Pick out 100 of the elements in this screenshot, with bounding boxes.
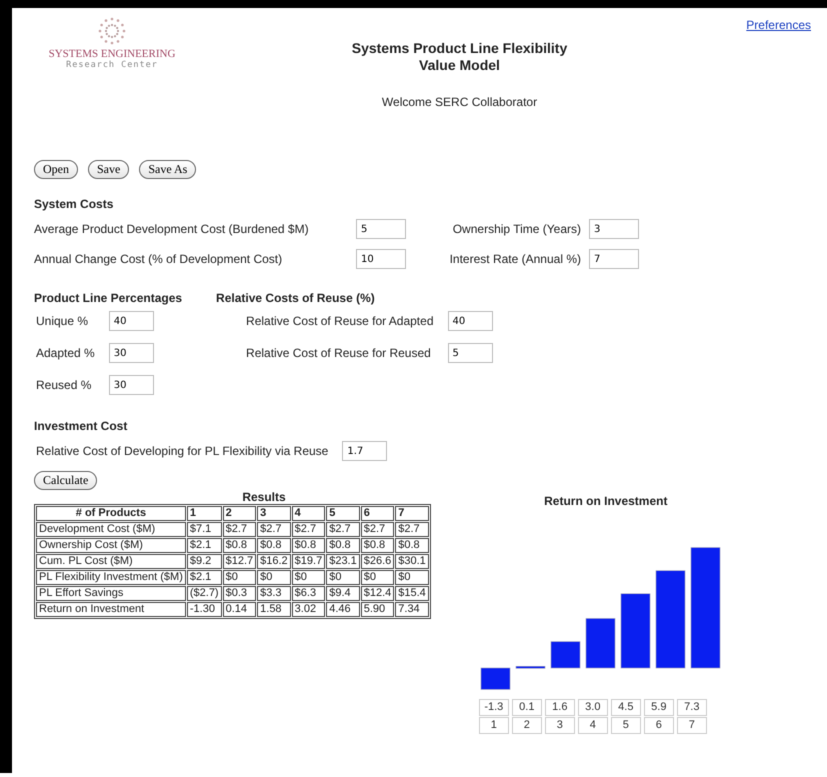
table-cell: -1.30 (186, 602, 222, 617)
category-label: 1 (478, 717, 509, 734)
field-label: Ownership Time (Years) (452, 222, 582, 236)
table-cell: $0.8 (257, 538, 291, 553)
table-cell: $0.8 (222, 538, 256, 553)
table-cell: 7.34 (395, 602, 429, 617)
table-cell: $12.4 (360, 586, 394, 601)
table-cell: 5.90 (360, 602, 394, 617)
table-title: Results (241, 490, 287, 504)
table-cell: 3.02 (292, 602, 326, 617)
table-cell: $2.7 (360, 522, 394, 537)
table-cell: PL Flexibility Investment ($M) (36, 570, 186, 585)
table-cell: $0.8 (360, 538, 394, 553)
value-label: 0.1 (512, 699, 542, 716)
table-cell: $2.7 (395, 522, 429, 537)
table-cell: Development Cost ($M) (36, 522, 186, 537)
logo-text: SYSTEMS ENGINEERING (48, 48, 176, 60)
column-header: 6 (360, 506, 394, 521)
field-label: Relative Cost of Developing for PL Flexibility via Reuse (36, 444, 328, 458)
preferences-link[interactable]: Preferences (746, 18, 811, 32)
value-label: 7.3 (676, 699, 707, 716)
table-cell: $2.7 (222, 522, 256, 537)
welcome-text: Welcome SERC Collaborator (380, 94, 538, 111)
table-cell: $0.8 (395, 538, 429, 553)
table-cell: $2.7 (257, 522, 291, 537)
table-cell: $0 (222, 570, 256, 585)
category-label: 2 (512, 717, 542, 734)
value-label: 4.5 (610, 699, 641, 716)
input-field[interactable]: 3 (589, 219, 639, 239)
calculate-button[interactable]: Calculate (34, 471, 98, 490)
table-cell: $2.7 (292, 522, 326, 537)
table-cell: $3.3 (257, 586, 291, 601)
column-header: 2 (222, 506, 256, 521)
table-cell: $19.7 (292, 554, 326, 569)
input-field[interactable]: 7 (589, 249, 639, 269)
section-heading: Relative Costs of Reuse (%) (215, 291, 376, 305)
table-cell: 4.46 (326, 602, 360, 617)
category-label: 7 (676, 717, 707, 734)
column-header: 7 (395, 506, 429, 521)
table-cell: $0 (257, 570, 291, 585)
table-cell: $30.1 (395, 554, 429, 569)
field-label: Reused % (36, 378, 92, 392)
value-label: 1.6 (544, 699, 575, 716)
field-label: Unique % (36, 314, 90, 328)
table-cell: Return on Investment (36, 602, 186, 617)
table-cell: $2.1 (186, 570, 222, 585)
input-field[interactable]: 30 (108, 375, 154, 395)
column-header: 4 (292, 506, 326, 521)
table-cell: $9.4 (326, 586, 360, 601)
table-cell: Cum. PL Cost ($M) (36, 554, 186, 569)
value-label: 3.0 (578, 699, 608, 716)
table-cell: ($2.7) (186, 586, 222, 601)
file-button[interactable]: Save As (139, 160, 196, 179)
bar (516, 666, 546, 669)
section-heading: System Costs (33, 197, 114, 211)
value-label: -1.3 (478, 699, 509, 716)
table-cell: $7.1 (186, 522, 222, 537)
table-cell: 1.58 (257, 602, 291, 617)
table-cell: Ownership Cost ($M) (36, 538, 186, 553)
field-label: Interest Rate (Annual %) (448, 252, 582, 266)
section-heading: Investment Cost (33, 419, 128, 433)
bar (550, 641, 580, 668)
table-cell: $0 (360, 570, 394, 585)
table-cell: $0.8 (326, 538, 360, 553)
chart-title: Return on Investment (543, 494, 668, 508)
field-label: Adapted % (36, 346, 95, 360)
input-field[interactable]: 5 (448, 343, 492, 363)
column-header: 1 (186, 506, 222, 521)
table-cell: $2.1 (186, 538, 222, 553)
logo-subtext: Research Center (66, 60, 158, 70)
file-button[interactable]: Open (34, 160, 78, 179)
bar (480, 668, 510, 690)
table-cell: $12.7 (222, 554, 256, 569)
input-field[interactable]: 40 (108, 311, 154, 331)
field-label: Relative Cost of Reuse for Adapted (246, 314, 434, 328)
table-cell: $0.8 (292, 538, 326, 553)
section-heading: Product Line Percentages (33, 291, 182, 305)
input-field[interactable]: 40 (448, 311, 492, 331)
table-cell: $2.7 (326, 522, 360, 537)
input-field[interactable]: 5 (356, 219, 406, 239)
category-label: 3 (544, 717, 575, 734)
field-label: Annual Change Cost (% of Development Cost) (34, 252, 284, 266)
table-cell: $15.4 (395, 586, 429, 601)
input-field[interactable]: 10 (356, 249, 406, 269)
input-field[interactable]: 30 (108, 343, 154, 363)
category-label: 4 (578, 717, 608, 734)
column-header: 3 (257, 506, 291, 521)
table-cell: $6.3 (292, 586, 326, 601)
field-label: Relative Cost of Reuse for Reused (246, 346, 432, 360)
column-header: # of Products (36, 506, 186, 521)
table-cell: $23.1 (326, 554, 360, 569)
page-title: Systems Product Line Flexibility (350, 40, 568, 57)
table-cell: $0 (326, 570, 360, 585)
file-button[interactable]: Save (88, 160, 130, 179)
table-cell: $0 (292, 570, 326, 585)
table-cell: $0.3 (222, 586, 256, 601)
input-field[interactable]: 1.7 (342, 441, 388, 461)
table-cell: $9.2 (186, 554, 222, 569)
table-cell: 0.14 (222, 602, 256, 617)
table-cell: $0 (395, 570, 429, 585)
